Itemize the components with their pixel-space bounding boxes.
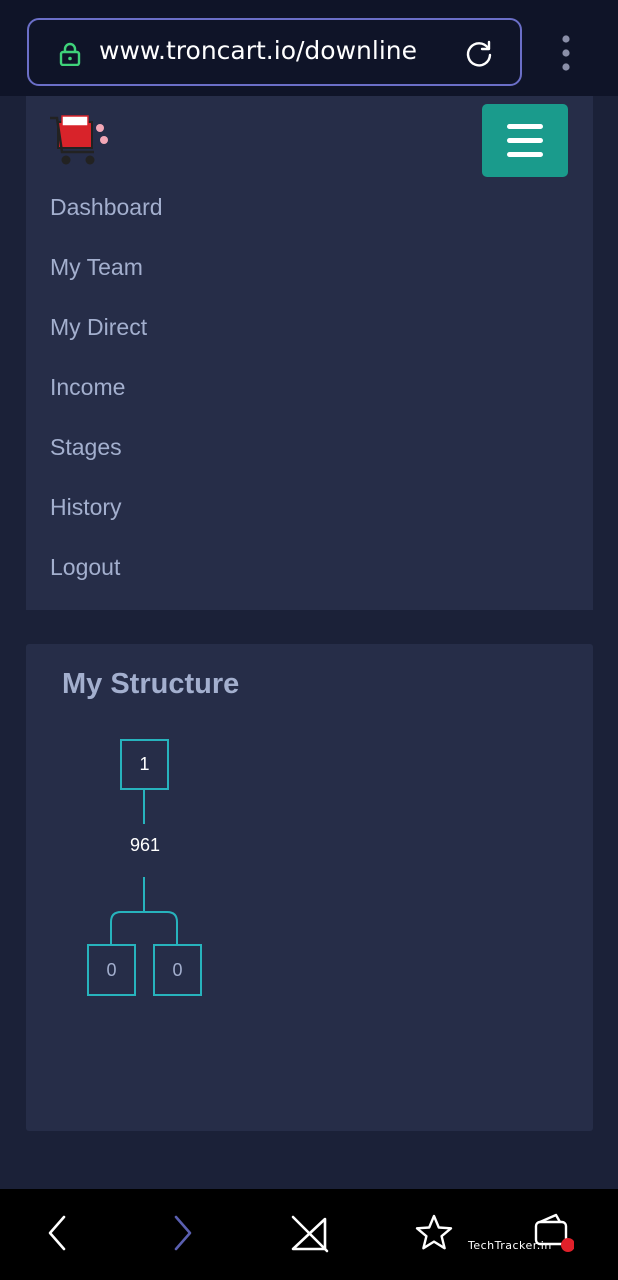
nav-item-my-direct[interactable]: My Direct <box>50 309 163 369</box>
signal-off-icon[interactable] <box>287 1211 331 1255</box>
nav-panel: Dashboard My Team My Direct Income Stage… <box>26 96 593 610</box>
browser-top-bar: www.troncart.io/downline <box>0 0 618 96</box>
browser-bottom-bar: TechTracker.in <box>0 1189 618 1280</box>
url-text: www.troncart.io/downline <box>99 36 417 65</box>
star-icon[interactable] <box>412 1211 456 1255</box>
tree-connectors <box>110 790 178 944</box>
reload-icon[interactable] <box>464 39 494 69</box>
nav-item-logout[interactable]: Logout <box>50 549 163 609</box>
back-arrow-icon[interactable] <box>36 1211 80 1255</box>
lock-icon <box>59 42 81 66</box>
nav-item-history[interactable]: History <box>50 489 163 549</box>
hamburger-icon-bar <box>507 138 543 143</box>
nav-item-stages[interactable]: Stages <box>50 429 163 489</box>
nav-item-my-team[interactable]: My Team <box>50 249 163 309</box>
watermark-text: TechTracker.in <box>468 1239 552 1252</box>
structure-card: My Structure 1 961 0 0 <box>26 644 593 1131</box>
forward-arrow-icon[interactable] <box>160 1211 204 1255</box>
hamburger-icon-bar <box>507 152 543 157</box>
nav-menu: Dashboard My Team My Direct Income Stage… <box>50 189 163 609</box>
hamburger-icon <box>507 124 543 129</box>
tree-node-left[interactable]: 0 <box>87 944 136 996</box>
nav-item-income[interactable]: Income <box>50 369 163 429</box>
address-bar[interactable]: www.troncart.io/downline <box>27 18 522 86</box>
tree-node-right[interactable]: 0 <box>153 944 202 996</box>
menu-toggle-button[interactable] <box>482 104 568 177</box>
nav-item-dashboard[interactable]: Dashboard <box>50 189 163 249</box>
kebab-menu-icon[interactable] <box>556 34 576 74</box>
tree-node-root[interactable]: 1 <box>120 739 169 790</box>
tree-node-count: 961 <box>129 835 161 855</box>
shopping-cart-logo-icon[interactable] <box>48 112 110 168</box>
